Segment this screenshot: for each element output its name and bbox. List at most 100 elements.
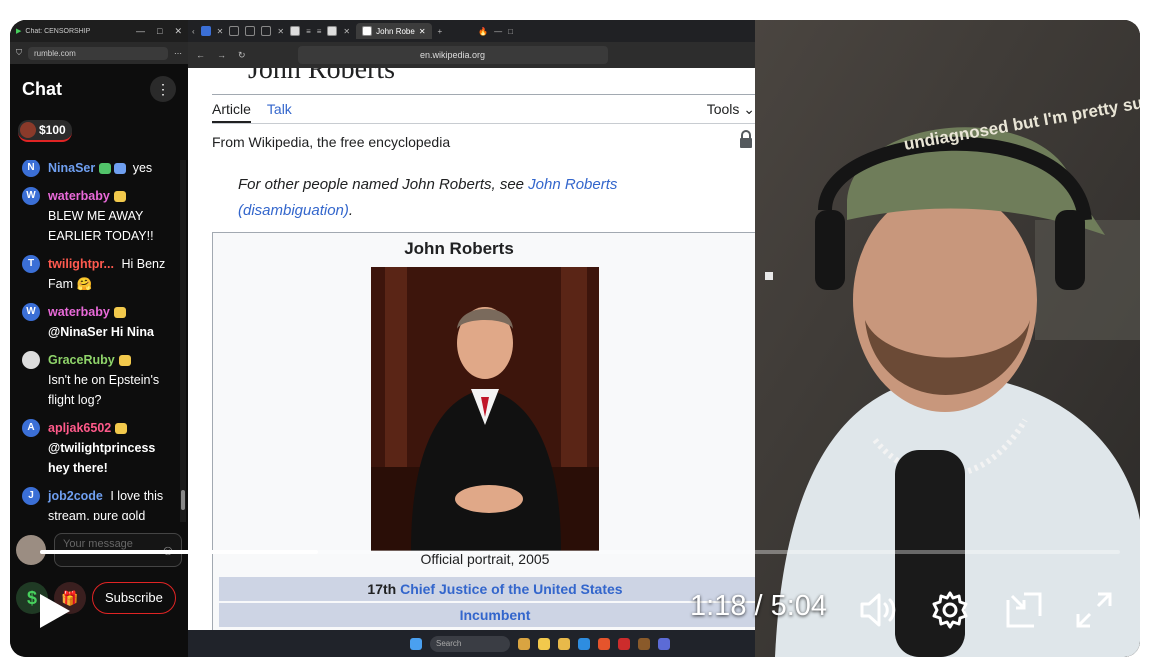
tools-menu[interactable]: Tools ⌄ bbox=[707, 101, 755, 118]
badge-icon bbox=[115, 423, 128, 435]
back-icon[interactable]: ← bbox=[196, 50, 205, 60]
chat-text: BLEW ME AWAY EARLIER TODAY!! bbox=[48, 209, 154, 243]
forward-icon[interactable]: → bbox=[217, 50, 226, 60]
user-avatar: T bbox=[22, 255, 40, 273]
status-row: Incumbent bbox=[219, 603, 755, 627]
windows-start-icon bbox=[410, 637, 422, 650]
chat-scroll-thumb[interactable] bbox=[181, 490, 185, 510]
article-tabs: Article Talk Tools ⌄ bbox=[212, 94, 755, 124]
badge-icon bbox=[118, 355, 131, 367]
hatnote-text: For other people named John Roberts, see bbox=[238, 176, 529, 193]
infobox-title: John Roberts bbox=[404, 239, 514, 258]
app-icon bbox=[618, 637, 630, 650]
chat-message: N NinaSer yes bbox=[10, 160, 180, 182]
office-row: 17th Chief Justice of the United States bbox=[219, 577, 755, 601]
chat-url: rumble.com bbox=[28, 46, 168, 60]
browser-window: ‹ ✕ ✕ ≡ ≡ ✕ John Robe ✕ + 🔥 — □ ← → ↻ en… bbox=[188, 20, 755, 657]
hatnote: For other people named John Roberts, see… bbox=[238, 172, 718, 224]
close-icon: ✕ bbox=[174, 25, 182, 36]
x-logo-icon: ✕ bbox=[277, 26, 285, 36]
more-icon: ⋯ bbox=[174, 48, 182, 58]
chevron-down-icon: ⌄ bbox=[743, 100, 755, 117]
chat-window-title: Chat: CENSORSHIP bbox=[25, 27, 91, 35]
tab-icon bbox=[245, 26, 256, 36]
chat-text: Isn't he on Epstein's flight log? bbox=[48, 373, 160, 407]
chat-scrollbar[interactable] bbox=[180, 160, 186, 522]
url-field[interactable]: en.wikipedia.org bbox=[297, 46, 608, 64]
shield-icon: ⛉ bbox=[16, 48, 22, 57]
app-icon bbox=[638, 637, 650, 650]
chat-username: waterbaby bbox=[48, 189, 110, 203]
chat-message: A apljak6502 @twilightprincess hey there! bbox=[10, 414, 180, 482]
streamer-video: undiagnosed but I'm pretty sure bbox=[755, 20, 1140, 657]
app-icon bbox=[658, 637, 670, 650]
progress-fill bbox=[40, 550, 318, 554]
tab-talk[interactable]: Talk bbox=[267, 101, 292, 117]
chat-message: W waterbaby BLEW ME AWAY EARLIER TODAY!! bbox=[10, 182, 180, 250]
tools-label: Tools bbox=[706, 100, 740, 117]
progress-bar[interactable] bbox=[40, 550, 1120, 554]
hatnote-suffix: . bbox=[348, 202, 354, 219]
user-avatar: J bbox=[22, 487, 40, 505]
chat-text: yes bbox=[132, 161, 153, 175]
app-icon bbox=[518, 637, 530, 650]
wikipedia-icon bbox=[362, 26, 373, 36]
x-logo-icon: ✕ bbox=[216, 26, 224, 36]
chevron-left-icon: ‹ bbox=[192, 26, 195, 36]
office-link[interactable]: Chief Justice of the United States bbox=[400, 581, 622, 597]
edge-icon bbox=[578, 637, 590, 650]
tab-icon bbox=[327, 26, 338, 36]
rant-avatar bbox=[20, 122, 36, 138]
active-tab-label: John Robe bbox=[376, 26, 415, 36]
chat-input-placeholder: Your message bbox=[63, 538, 133, 550]
new-tab-icon[interactable]: + bbox=[438, 27, 443, 36]
folder-icon bbox=[558, 637, 570, 650]
chat-username: NinaSer bbox=[48, 161, 96, 175]
settings-icon[interactable] bbox=[930, 590, 970, 630]
user-avatar: W bbox=[22, 187, 40, 205]
close-tab-icon[interactable]: ✕ bbox=[419, 27, 426, 36]
rant-badge: $100 bbox=[18, 120, 72, 142]
reload-icon[interactable]: ↻ bbox=[238, 50, 246, 61]
badge-icon bbox=[113, 307, 126, 319]
pip-icon[interactable] bbox=[1004, 590, 1044, 630]
list-icon: ≡ bbox=[306, 26, 311, 36]
chat-heading: Chat bbox=[22, 78, 62, 99]
chat-text: @twilightprincess hey there! bbox=[48, 441, 156, 475]
fullscreen-icon[interactable] bbox=[1074, 590, 1114, 630]
chat-menu-icon: ⋮ bbox=[150, 76, 176, 102]
incumbent-link[interactable]: Incumbent bbox=[460, 607, 531, 623]
badge-icon bbox=[99, 163, 112, 175]
play-icon[interactable] bbox=[38, 592, 72, 630]
tab-icon bbox=[229, 26, 240, 36]
windows-taskbar: Search bbox=[188, 630, 755, 657]
user-avatar: A bbox=[22, 419, 40, 437]
badge-icon bbox=[113, 191, 126, 203]
tagline: From Wikipedia, the free encyclopedia bbox=[212, 134, 451, 150]
chat-titlebar: ▶ Chat: CENSORSHIP — □ ✕ bbox=[10, 20, 188, 42]
chat-username: job2code bbox=[48, 489, 103, 503]
portrait-image bbox=[371, 267, 599, 551]
taskbar-search: Search bbox=[430, 635, 510, 652]
minimize-icon: — bbox=[136, 26, 146, 36]
browser-tab-strip: ‹ ✕ ✕ ≡ ≡ ✕ John Robe ✕ + 🔥 — □ bbox=[188, 20, 755, 42]
video-player[interactable]: ▶ Chat: CENSORSHIP — □ ✕ ⛉ rumble.com ⋯ … bbox=[10, 20, 1140, 657]
infobox: John Roberts Official portrait, 2005 17t… bbox=[212, 232, 755, 657]
chat-message: W waterbaby @NinaSer Hi Nina bbox=[10, 298, 180, 346]
chat-message: GraceRuby Isn't he on Epstein's flight lo… bbox=[10, 346, 180, 414]
chat-header: Chat ⋮ bbox=[10, 64, 188, 114]
office-ordinal: 17th bbox=[367, 581, 397, 597]
time-display: 1:18 / 5:04 bbox=[690, 590, 828, 622]
minimize-icon: — bbox=[494, 26, 503, 36]
tab-article[interactable]: Article bbox=[212, 101, 251, 123]
official-portrait bbox=[371, 267, 599, 551]
volume-icon[interactable] bbox=[858, 590, 898, 630]
webcam-feed: undiagnosed but I'm pretty sure bbox=[755, 20, 1140, 657]
user-avatar bbox=[22, 351, 40, 369]
subscribe-button[interactable]: Subscribe bbox=[92, 582, 176, 614]
badge-icon bbox=[114, 163, 127, 175]
maximize-icon: □ bbox=[157, 26, 163, 36]
address-bar: ← → ↻ en.wikipedia.org bbox=[188, 42, 755, 68]
chat-username: GraceRuby bbox=[48, 353, 115, 367]
tab-active[interactable]: John Robe ✕ bbox=[356, 23, 432, 39]
